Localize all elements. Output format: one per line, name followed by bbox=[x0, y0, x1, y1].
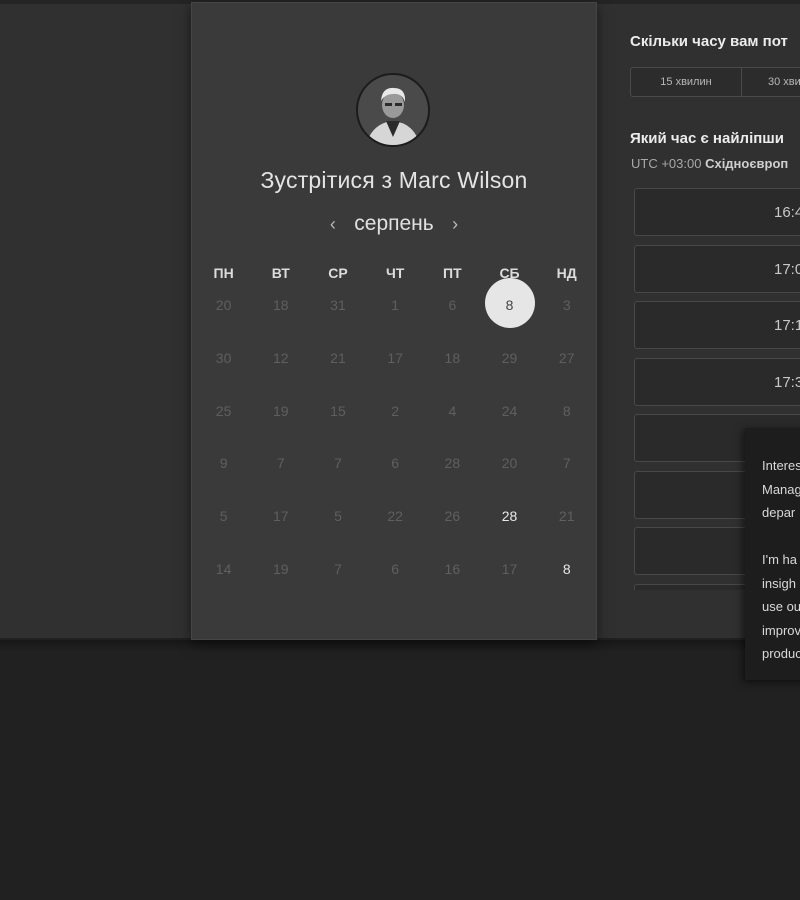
timezone-name: Східноєвроп bbox=[705, 156, 789, 171]
duration-15-button[interactable]: 15 хвилин bbox=[630, 67, 742, 97]
calendar-day[interactable]: 21 bbox=[538, 500, 595, 553]
popup-text-line: produc bbox=[762, 646, 800, 661]
calendar-day[interactable]: 7 bbox=[252, 447, 309, 500]
calendar-day[interactable]: 15 bbox=[309, 395, 366, 448]
weekday-label: ЧТ bbox=[385, 265, 405, 281]
calendar-day[interactable]: 7 bbox=[538, 447, 595, 500]
time-slot[interactable]: 16:4 bbox=[634, 188, 800, 236]
calendar-day-available[interactable]: 8 bbox=[538, 553, 595, 606]
calendar-day[interactable]: 20 bbox=[481, 447, 538, 500]
popup-text-line: depar bbox=[762, 505, 796, 520]
month-label: серпень bbox=[354, 212, 434, 235]
calendar-day[interactable]: 27 bbox=[538, 342, 595, 395]
month-navigation: ‹ серпень › bbox=[192, 212, 596, 236]
calendar-day[interactable]: 9 bbox=[195, 447, 252, 500]
panel-shadow bbox=[0, 638, 800, 652]
weekday-label: ПН bbox=[213, 265, 234, 281]
weekday-label: ВТ bbox=[271, 265, 290, 281]
popup-text-line: improv bbox=[762, 622, 800, 638]
duration-30-button[interactable]: 30 хви bbox=[742, 67, 800, 97]
calendar-day[interactable]: 6 bbox=[367, 553, 424, 606]
calendar-day[interactable]: 20 bbox=[195, 289, 252, 342]
duration-selector: 15 хвилин 30 хви bbox=[630, 67, 800, 97]
calendar-day[interactable]: 1 bbox=[367, 289, 424, 342]
popup-text-line: insigh bbox=[762, 575, 796, 591]
weekday-label: СР bbox=[328, 265, 348, 281]
time-slot[interactable]: 17:1 bbox=[634, 301, 800, 349]
calendar-day[interactable]: 21 bbox=[309, 342, 366, 395]
calendar-day[interactable]: 22 bbox=[367, 500, 424, 553]
calendar-day-available[interactable]: 28 bbox=[481, 500, 538, 553]
calendar-day[interactable]: 16 bbox=[424, 553, 481, 606]
popup-text-line: Interes bbox=[762, 458, 800, 473]
calendar-day[interactable]: 19 bbox=[252, 553, 309, 606]
calendar-day[interactable]: 12 bbox=[252, 342, 309, 395]
calendar-day[interactable]: 8 bbox=[538, 395, 595, 448]
description-popup: Interes Manag depar I'm ha insigh use ou… bbox=[745, 428, 800, 680]
timezone-label[interactable]: UTC +03:00 Східноєвроп bbox=[631, 156, 788, 171]
calendar-day[interactable]: 3 bbox=[538, 289, 595, 342]
time-slot[interactable]: 17:3 bbox=[634, 357, 800, 406]
calendar-day[interactable]: 26 bbox=[424, 500, 481, 553]
meet-title: Зустрітися з Marc Wilson bbox=[260, 167, 528, 193]
popup-text-line: Manag bbox=[762, 481, 800, 497]
calendar-day[interactable]: 2 bbox=[367, 395, 424, 448]
time-slot[interactable]: 17:0 bbox=[634, 244, 800, 293]
calendar-days: 20 18 31 1 6 8 3 30 12 21 17 18 29 27 25… bbox=[195, 278, 595, 606]
duration-heading: Скільки часу вам пот bbox=[630, 33, 788, 50]
calendar-grid: ПН ВТ СР ЧТ ПТ СБ НД 20 18 31 1 6 8 3 30… bbox=[195, 265, 595, 606]
timezone-offset: UTC +03:00 bbox=[631, 156, 706, 171]
weekday-label: ПТ bbox=[443, 265, 462, 281]
popup-text-line: I'm ha bbox=[762, 552, 797, 567]
chevron-right-icon[interactable]: › bbox=[444, 214, 466, 235]
calendar-card: Зустрітися з Marc Wilson ‹ серпень › ПН … bbox=[191, 2, 597, 640]
avatar bbox=[356, 73, 430, 147]
calendar-day[interactable]: 18 bbox=[424, 342, 481, 395]
calendar-day[interactable]: 14 bbox=[195, 553, 252, 606]
calendar-day[interactable]: 6 bbox=[367, 447, 424, 500]
weekday-header: ПН ВТ СР ЧТ ПТ СБ НД bbox=[195, 265, 595, 289]
calendar-day-selected[interactable]: 8 bbox=[481, 278, 538, 342]
calendar-day[interactable]: 31 bbox=[309, 289, 366, 342]
avatar-image bbox=[358, 75, 428, 145]
calendar-day[interactable]: 7 bbox=[309, 447, 366, 500]
calendar-day[interactable]: 4 bbox=[424, 395, 481, 448]
calendar-day[interactable]: 28 bbox=[424, 447, 481, 500]
time-heading: Який час є найліпши bbox=[630, 130, 785, 147]
calendar-day[interactable]: 19 bbox=[252, 395, 309, 448]
calendar-day[interactable]: 5 bbox=[309, 500, 366, 553]
calendar-day[interactable]: 18 bbox=[252, 289, 309, 342]
chevron-left-icon[interactable]: ‹ bbox=[322, 214, 344, 235]
weekday-label: НД bbox=[556, 265, 577, 281]
calendar-day[interactable]: 30 bbox=[195, 342, 252, 395]
calendar-day[interactable]: 17 bbox=[481, 553, 538, 606]
calendar-day[interactable]: 24 bbox=[481, 395, 538, 448]
calendar-day[interactable]: 7 bbox=[309, 553, 366, 606]
calendar-day[interactable]: 17 bbox=[252, 500, 309, 553]
calendar-day[interactable]: 17 bbox=[367, 342, 424, 395]
popup-text-line: use ou bbox=[762, 599, 800, 614]
calendar-day[interactable]: 6 bbox=[424, 289, 481, 342]
calendar-day[interactable]: 5 bbox=[195, 500, 252, 553]
calendar-day[interactable]: 29 bbox=[481, 342, 538, 395]
calendar-day[interactable]: 25 bbox=[195, 395, 252, 448]
